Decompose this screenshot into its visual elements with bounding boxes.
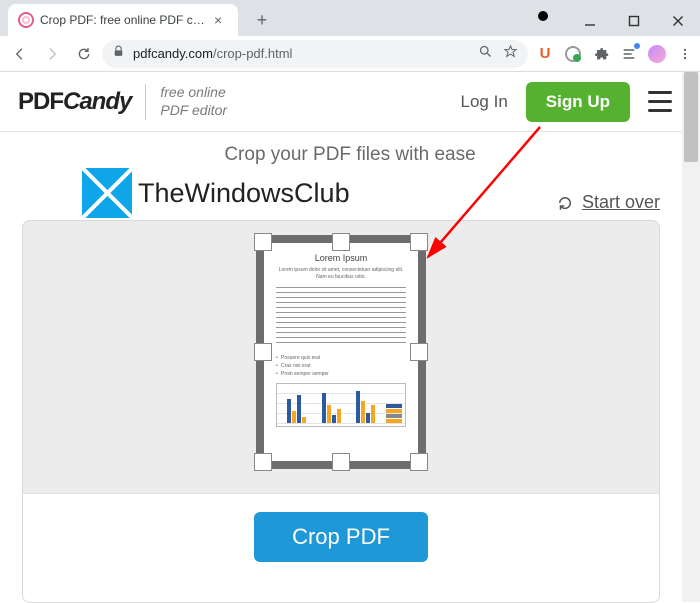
watermark-overlay: TheWindowsClub [82, 168, 350, 218]
url-text: pdfcandy.com/crop-pdf.html [133, 46, 292, 61]
crop-handle-br[interactable] [410, 453, 428, 471]
window-maximize-button[interactable] [612, 6, 656, 36]
crop-handle-l[interactable] [254, 343, 272, 361]
action-bar: Crop PDF [23, 493, 659, 602]
pdf-subtitle: Lorem ipsum dolor sit amet, consectetuer… [276, 267, 406, 281]
browser-tab-active[interactable]: Crop PDF: free online PDF cropp × [8, 4, 238, 36]
crop-handle-b[interactable] [332, 453, 350, 471]
pdf-page-content: Lorem Ipsum Lorem ipsum dolor sit amet, … [264, 243, 418, 461]
favicon-pdfcandy-icon [18, 12, 34, 28]
scrollbar-thumb[interactable] [684, 72, 698, 162]
browser-toolbar: pdfcandy.com/crop-pdf.html U [0, 36, 700, 72]
lock-icon [112, 45, 125, 63]
pdf-title: Lorem Ipsum [315, 253, 368, 263]
nav-reload-button[interactable] [70, 40, 98, 68]
bookmark-star-icon[interactable] [503, 44, 518, 64]
extensions-puzzle-icon[interactable] [592, 45, 610, 63]
address-bar[interactable]: pdfcandy.com/crop-pdf.html [102, 40, 528, 68]
crop-handle-t[interactable] [332, 233, 350, 251]
reading-list-icon[interactable] [620, 45, 638, 63]
crop-handle-bl[interactable] [254, 453, 272, 471]
crop-handle-r[interactable] [410, 343, 428, 361]
page-content: PDFCandy free onlinePDF editor Log In Si… [0, 72, 700, 602]
watermark-text: TheWindowsClub [138, 178, 350, 209]
extension-icons: U [532, 45, 694, 63]
chrome-menu-icon[interactable] [676, 45, 694, 63]
site-header: PDFCandy free onlinePDF editor Log In Si… [0, 72, 700, 132]
hamburger-menu-icon[interactable] [648, 91, 672, 112]
nav-back-button[interactable] [6, 40, 34, 68]
pdf-bullet-list: Posuere quis erat Cras nisi erat Proin s… [276, 353, 406, 379]
tab-title: Crop PDF: free online PDF cropp [40, 13, 208, 27]
refresh-icon [556, 194, 574, 212]
new-tab-button[interactable]: + [248, 6, 276, 34]
browser-tab-strip: Crop PDF: free online PDF cropp × + [0, 0, 700, 36]
vertical-scrollbar[interactable] [682, 72, 700, 602]
crop-handle-tl[interactable] [254, 233, 272, 251]
window-controls [538, 6, 700, 36]
pdf-chart-thumbnail [276, 383, 406, 427]
profile-avatar-icon[interactable] [648, 45, 666, 63]
window-minimize-button[interactable] [568, 6, 612, 36]
pdf-page-preview[interactable]: Lorem Ipsum Lorem ipsum dolor sit amet, … [256, 235, 426, 469]
crop-pdf-button[interactable]: Crop PDF [254, 512, 428, 562]
thewindowsclub-logo-icon [82, 168, 132, 218]
ubersuggest-extension-icon[interactable]: U [536, 45, 554, 63]
login-link[interactable]: Log In [461, 92, 508, 112]
crop-canvas[interactable]: Lorem Ipsum Lorem ipsum dolor sit amet, … [23, 221, 659, 493]
signup-button[interactable]: Sign Up [526, 82, 630, 122]
pdf-body-lines [276, 287, 406, 347]
zoom-icon[interactable] [478, 44, 493, 64]
page-subheadline: Crop your PDF files with ease [0, 132, 700, 172]
grammarly-extension-icon[interactable] [564, 45, 582, 63]
nav-forward-button[interactable] [38, 40, 66, 68]
browser-chrome: Crop PDF: free online PDF cropp × + pdfc… [0, 0, 700, 72]
media-indicator-icon [538, 11, 548, 21]
crop-card: Lorem Ipsum Lorem ipsum dolor sit amet, … [22, 220, 660, 603]
window-close-button[interactable] [656, 6, 700, 36]
tab-close-icon[interactable]: × [214, 12, 228, 28]
crop-handle-tr[interactable] [410, 233, 428, 251]
start-over-link[interactable]: Start over [556, 192, 660, 213]
site-logo[interactable]: PDFCandy free onlinePDF editor [18, 84, 227, 120]
